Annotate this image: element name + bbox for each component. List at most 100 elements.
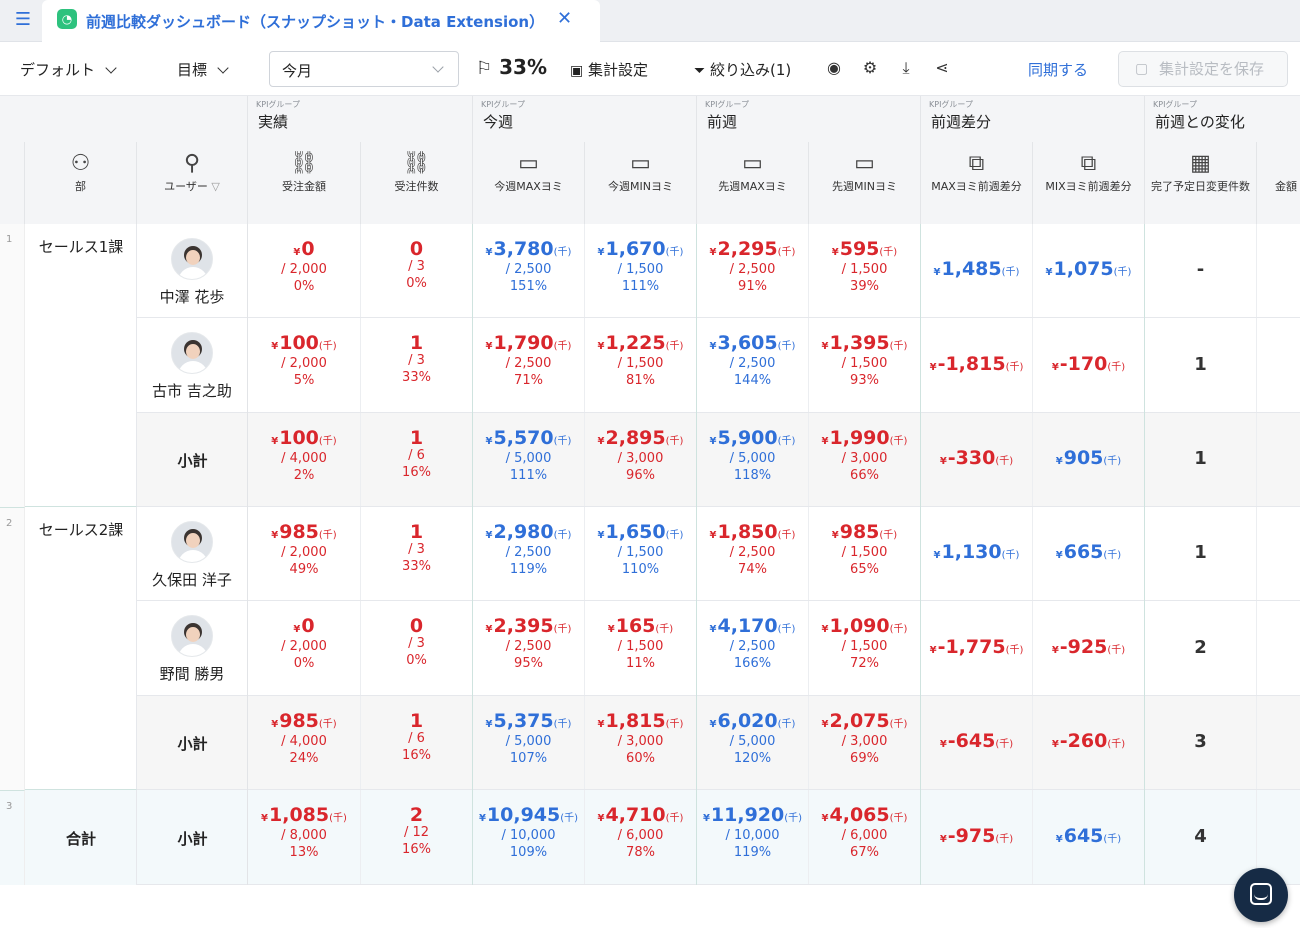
diff-cell[interactable]: ¥-645(千) xyxy=(921,696,1033,789)
count-cell[interactable]: 1 xyxy=(1145,507,1257,600)
metric-cell[interactable]: ¥1,790(千) / 2,500 71% xyxy=(473,318,585,412)
user-cell[interactable]: 久保田 洋子 xyxy=(137,507,247,590)
metric-cell[interactable]: 1 / 3 33% xyxy=(361,318,473,412)
diff-cell[interactable]: ¥1,130(千) xyxy=(921,507,1033,600)
col-header-this-min[interactable]: ▭ 今週MINヨミ xyxy=(585,142,697,224)
metric-cell[interactable]: ¥1,815(千) / 3,000 60% xyxy=(585,696,697,789)
save-settings-button[interactable]: ▢ 集計設定を保存 xyxy=(1118,51,1288,87)
metric-cell[interactable]: ¥0 / 2,000 0% xyxy=(248,224,361,317)
close-icon[interactable]: ✕ xyxy=(557,8,572,29)
diff-cell[interactable]: ¥-1,775(千) xyxy=(921,601,1033,695)
metric-cell[interactable]: ¥985(千) / 1,500 65% xyxy=(809,507,921,600)
col-header-mix-diff[interactable]: ⧉ MIXヨミ前週差分 xyxy=(1033,142,1145,224)
col-header-max-diff[interactable]: ⧉ MAXヨミ前週差分 xyxy=(921,142,1033,224)
diff-cell[interactable]: ¥-1,815(千) xyxy=(921,318,1033,412)
diff-cell[interactable]: ¥-925(千) xyxy=(1033,601,1145,695)
metric-cell[interactable]: ¥985(千) / 2,000 49% xyxy=(248,507,361,600)
count-cell[interactable]: - xyxy=(1145,224,1257,317)
metric-cell[interactable]: ¥1,395(千) / 1,500 93% xyxy=(809,318,921,412)
col-header-dept[interactable]: ⚇ 部 xyxy=(25,142,137,224)
gear-icon[interactable]: ⚙ xyxy=(860,58,880,78)
metric-cell[interactable]: ¥100(千) / 4,000 2% xyxy=(248,413,361,506)
metric-cell[interactable]: ¥1,650(千) / 1,500 110% xyxy=(585,507,697,600)
metric-cell[interactable]: 1 / 3 33% xyxy=(361,507,473,600)
dept-cell[interactable]: 合計 xyxy=(25,790,137,885)
metric-cell[interactable]: ¥595(千) / 1,500 39% xyxy=(809,224,921,317)
view-dropdown[interactable]: デフォルト xyxy=(20,59,117,80)
target-dropdown[interactable]: 目標 xyxy=(177,59,229,80)
metric-cell[interactable]: ¥4,710(千) / 6,000 78% xyxy=(585,790,697,884)
aggregation-settings-button[interactable]: ▣ 集計設定 xyxy=(570,59,648,80)
metric-cell[interactable]: ¥985(千) / 4,000 24% xyxy=(248,696,361,789)
metric-cell[interactable]: ¥2,395(千) / 2,500 95% xyxy=(473,601,585,695)
count-cell[interactable]: 2 xyxy=(1145,601,1257,695)
metric-cell[interactable]: ¥2,075(千) / 3,000 69% xyxy=(809,696,921,789)
metric-cell[interactable]: ¥100(千) / 2,000 5% xyxy=(248,318,361,412)
user-cell[interactable]: 中澤 花歩 xyxy=(137,224,247,307)
filter-icon[interactable]: ▽ xyxy=(211,180,219,193)
user-cell[interactable]: 野間 勝男 xyxy=(137,601,247,684)
count-cell[interactable]: 1 xyxy=(1145,318,1257,412)
chat-launcher-button[interactable] xyxy=(1234,868,1288,922)
diff-cell[interactable]: ¥-260(千) xyxy=(1033,696,1145,789)
metric-cell[interactable]: ¥0 / 2,000 0% xyxy=(248,601,361,695)
diff-cell[interactable]: ¥-975(千) xyxy=(921,790,1033,884)
amount-cell[interactable] xyxy=(1257,507,1300,600)
col-header-last-max[interactable]: ▭ 先週MAXヨミ xyxy=(697,142,809,224)
menu-icon[interactable]: ☰ xyxy=(12,9,34,31)
metric-cell[interactable]: ¥6,020(千) / 5,000 120% xyxy=(697,696,809,789)
col-header-date-change[interactable]: ▦ 完了予定日変更件数 xyxy=(1145,142,1257,224)
diff-cell[interactable]: ¥665(千) xyxy=(1033,507,1145,600)
metric-cell[interactable]: 1 / 6 16% xyxy=(361,696,473,789)
metric-cell[interactable]: ¥3,780(千) / 2,500 151% xyxy=(473,224,585,317)
amount-cell[interactable] xyxy=(1257,318,1300,412)
sync-button[interactable]: 同期する xyxy=(1028,59,1088,80)
col-header-order-count[interactable]: ⛓ 受注件数 xyxy=(361,142,473,224)
metric-cell[interactable]: ¥1,085(千) / 8,000 13% xyxy=(248,790,361,884)
tab-dashboard[interactable]: ◔ 前週比較ダッシュボード（スナップショット・Data Extension） ✕ xyxy=(42,0,600,42)
diff-cell[interactable]: ¥1,075(千) xyxy=(1033,224,1145,317)
amount-cell[interactable] xyxy=(1257,224,1300,317)
diff-cell[interactable]: ¥645(千) xyxy=(1033,790,1145,884)
metric-cell[interactable]: ¥5,900(千) / 5,000 118% xyxy=(697,413,809,506)
metric-cell[interactable]: ¥2,295(千) / 2,500 91% xyxy=(697,224,809,317)
count-cell[interactable]: 1 xyxy=(1145,413,1257,506)
metric-cell[interactable]: ¥4,170(千) / 2,500 166% xyxy=(697,601,809,695)
share-icon[interactable]: ⋖ xyxy=(932,58,952,78)
filter-button[interactable]: ⏷ 絞り込み(1) xyxy=(694,59,791,80)
metric-cell[interactable]: ¥2,895(千) / 3,000 96% xyxy=(585,413,697,506)
count-cell[interactable]: 3 xyxy=(1145,696,1257,789)
col-header-last-min[interactable]: ▭ 先週MINヨミ xyxy=(809,142,921,224)
diff-cell[interactable]: ¥1,485(千) xyxy=(921,224,1033,317)
period-select[interactable]: 今月 xyxy=(269,51,459,87)
metric-cell[interactable]: ¥5,375(千) / 5,000 107% xyxy=(473,696,585,789)
amount-cell[interactable] xyxy=(1257,601,1300,695)
metric-cell[interactable]: ¥1,670(千) / 1,500 111% xyxy=(585,224,697,317)
eye-icon[interactable]: ◉ xyxy=(824,58,844,78)
download-icon[interactable]: ⤓ xyxy=(896,58,916,78)
metric-cell[interactable]: ¥11,920(千) / 10,000 119% xyxy=(697,790,809,884)
count-cell[interactable]: 4 xyxy=(1145,790,1257,884)
metric-cell[interactable]: ¥3,605(千) / 2,500 144% xyxy=(697,318,809,412)
dept-cell[interactable]: セールス2課 xyxy=(25,507,137,790)
dept-cell[interactable]: セールス1課 xyxy=(25,224,137,507)
metric-cell[interactable]: 0 / 3 0% xyxy=(361,601,473,695)
diff-cell[interactable]: ¥-330(千) xyxy=(921,413,1033,506)
metric-cell[interactable]: ¥5,570(千) / 5,000 111% xyxy=(473,413,585,506)
diff-cell[interactable]: ¥905(千) xyxy=(1033,413,1145,506)
col-header-this-max[interactable]: ▭ 今週MAXヨミ xyxy=(473,142,585,224)
metric-cell[interactable]: ¥1,990(千) / 3,000 66% xyxy=(809,413,921,506)
metric-cell[interactable]: 0 / 3 0% xyxy=(361,224,473,317)
metric-cell[interactable]: ¥1,090(千) / 1,500 72% xyxy=(809,601,921,695)
user-cell[interactable]: 古市 吉之助 xyxy=(137,318,247,401)
col-header-user[interactable]: ⚲ ユーザー ▽ xyxy=(137,142,248,224)
metric-cell[interactable]: 2 / 12 16% xyxy=(361,790,473,884)
metric-cell[interactable]: ¥1,225(千) / 1,500 81% xyxy=(585,318,697,412)
metric-cell[interactable]: ¥4,065(千) / 6,000 67% xyxy=(809,790,921,884)
metric-cell[interactable]: ¥10,945(千) / 10,000 109% xyxy=(473,790,585,884)
col-header-amount[interactable]: 金額 xyxy=(1257,142,1300,224)
metric-cell[interactable]: ¥165(千) / 1,500 11% xyxy=(585,601,697,695)
metric-cell[interactable]: ¥2,980(千) / 2,500 119% xyxy=(473,507,585,600)
diff-cell[interactable]: ¥-170(千) xyxy=(1033,318,1145,412)
amount-cell[interactable] xyxy=(1257,696,1300,789)
